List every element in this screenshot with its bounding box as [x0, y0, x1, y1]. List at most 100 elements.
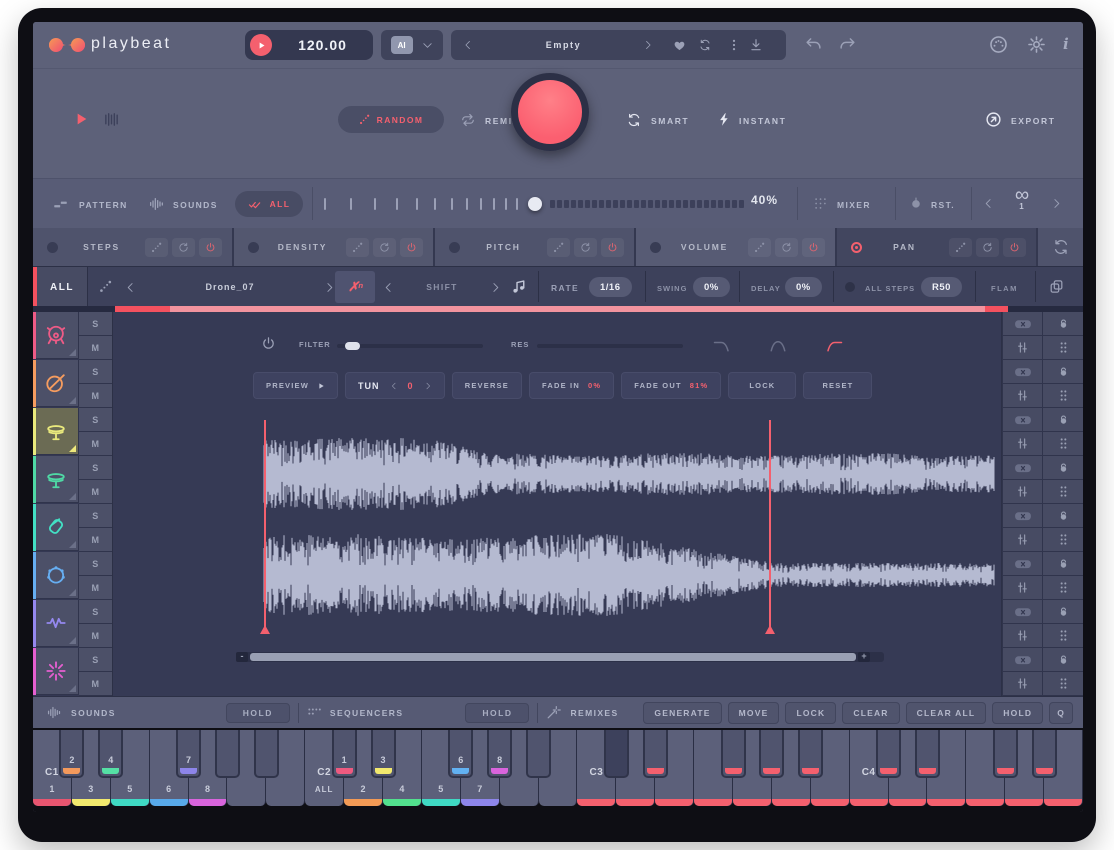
clear-sample-button[interactable]: [1002, 408, 1042, 432]
scroll-zoom-in-button[interactable]: +: [858, 652, 870, 662]
mixer-label[interactable]: MIXER: [837, 200, 871, 210]
scrollbar-handle[interactable]: [250, 653, 856, 661]
clear-sample-button[interactable]: [1002, 456, 1042, 480]
random-dice-icon[interactable]: [145, 238, 168, 257]
black-key[interactable]: [254, 730, 279, 778]
black-key[interactable]: 6: [448, 730, 473, 778]
smart-icon[interactable]: [627, 113, 641, 127]
all-steps-cell[interactable]: ALL: [33, 267, 88, 307]
preset-next-button[interactable]: [643, 40, 653, 50]
all-tracks-button[interactable]: ALL: [235, 191, 303, 217]
sample-start-marker[interactable]: [264, 420, 266, 632]
black-key[interactable]: [604, 730, 629, 778]
piano-roll-icon[interactable]: [103, 111, 120, 128]
ai-mode-dropdown[interactable]: AI: [381, 30, 443, 60]
filter-slider[interactable]: [337, 344, 483, 348]
tune-sliders-button[interactable]: [1002, 528, 1042, 552]
bpm-value[interactable]: 120.00: [272, 37, 373, 53]
drag-handle-button[interactable]: [1042, 576, 1083, 600]
sounds-tab-label[interactable]: SOUNDS: [173, 200, 218, 210]
preset-name[interactable]: Empty: [491, 30, 636, 60]
track-5-solo-button[interactable]: S: [79, 504, 112, 528]
scroll-zoom-out-button[interactable]: -: [236, 652, 248, 662]
random-dice-icon[interactable]: [949, 238, 972, 257]
drag-handle-button[interactable]: [1042, 384, 1083, 408]
black-key[interactable]: [915, 730, 940, 778]
pattern-steps-icon[interactable]: [53, 197, 68, 212]
filter-power-icon[interactable]: [261, 336, 276, 351]
sounds-wave-icon[interactable]: [149, 196, 165, 212]
more-menu-icon[interactable]: [727, 38, 741, 52]
tune-sliders-button[interactable]: [1002, 384, 1042, 408]
copy-icon[interactable]: [1049, 279, 1064, 294]
track-select-4[interactable]: [33, 456, 79, 503]
refresh-all-button[interactable]: [1038, 228, 1083, 266]
power-icon[interactable]: [1003, 238, 1026, 257]
black-key[interactable]: [876, 730, 901, 778]
power-icon[interactable]: [802, 238, 825, 257]
track-6-mute-button[interactable]: M: [79, 576, 112, 600]
reset-icon[interactable]: [976, 238, 999, 257]
loop-prev-button[interactable]: [983, 198, 994, 209]
lock-button[interactable]: [1042, 360, 1083, 384]
preview-button[interactable]: PREVIEW: [253, 372, 338, 399]
smart-label[interactable]: SMART: [651, 116, 689, 126]
export-label[interactable]: EXPORT: [1011, 116, 1056, 126]
tune-sliders-button[interactable]: [1002, 336, 1042, 360]
preset-prev-button[interactable]: [463, 40, 473, 50]
track-5-mute-button[interactable]: M: [79, 528, 112, 552]
res-slider[interactable]: [537, 344, 683, 348]
black-key[interactable]: [993, 730, 1018, 778]
waveform-display[interactable]: [113, 412, 1003, 647]
lock-button[interactable]: [1042, 600, 1083, 624]
instant-lightning-icon[interactable]: [717, 112, 732, 127]
waveform-scrollbar[interactable]: - +: [236, 652, 884, 662]
track-7-solo-button[interactable]: S: [79, 600, 112, 624]
transport-play-icon[interactable]: [73, 111, 89, 127]
sounds-hold-button[interactable]: HOLD: [226, 703, 290, 723]
rst-label[interactable]: RST.: [931, 200, 955, 210]
track-1-mute-button[interactable]: M: [79, 336, 112, 360]
play-button[interactable]: [250, 34, 272, 56]
random-button[interactable]: RANDOM: [338, 106, 444, 133]
track-6-solo-button[interactable]: S: [79, 552, 112, 576]
tab-density[interactable]: DENSITY: [234, 228, 435, 266]
black-key[interactable]: 2: [59, 730, 84, 778]
sample-name[interactable]: Drone_07: [136, 282, 324, 292]
note-pair-icon[interactable]: [511, 278, 528, 295]
undo-button[interactable]: [805, 36, 822, 53]
track-7-mute-button[interactable]: M: [79, 624, 112, 648]
randomness-slider[interactable]: [320, 190, 745, 218]
drag-handle-button[interactable]: [1042, 480, 1083, 504]
pattern-tab-label[interactable]: PATTERN: [79, 200, 128, 210]
drag-handle-button[interactable]: [1042, 432, 1083, 456]
black-key[interactable]: 3: [371, 730, 396, 778]
save-preset-icon[interactable]: [749, 38, 763, 52]
loop-length-display[interactable]: ∞ 1: [1001, 188, 1043, 211]
power-icon[interactable]: [199, 238, 222, 257]
clear-sample-button[interactable]: [1002, 600, 1042, 624]
export-icon[interactable]: [985, 111, 1002, 128]
swing-value[interactable]: 0%: [693, 277, 730, 297]
tune-sliders-button[interactable]: [1002, 432, 1042, 456]
black-key[interactable]: [643, 730, 668, 778]
choke-button[interactable]: ✗ⁿ: [335, 271, 375, 303]
tune-sliders-button[interactable]: [1002, 624, 1042, 648]
reset-icon[interactable]: [172, 238, 195, 257]
tune-down-icon[interactable]: [390, 382, 398, 390]
track-2-solo-button[interactable]: S: [79, 360, 112, 384]
clear-sample-button[interactable]: [1002, 360, 1042, 384]
lock-button[interactable]: [1042, 504, 1083, 528]
black-key[interactable]: [1032, 730, 1057, 778]
track-3-solo-button[interactable]: S: [79, 408, 112, 432]
track-select-6[interactable]: [33, 552, 79, 599]
drag-handle-button[interactable]: [1042, 624, 1083, 648]
track-4-mute-button[interactable]: M: [79, 480, 112, 504]
black-key[interactable]: [526, 730, 551, 778]
generate-big-button[interactable]: [511, 73, 589, 151]
shift-left-button[interactable]: [383, 282, 394, 293]
reset-icon[interactable]: [574, 238, 597, 257]
drag-handle-button[interactable]: [1042, 672, 1083, 696]
fade-in-value[interactable]: 0%: [588, 381, 601, 390]
random-dice-icon[interactable]: [346, 238, 369, 257]
